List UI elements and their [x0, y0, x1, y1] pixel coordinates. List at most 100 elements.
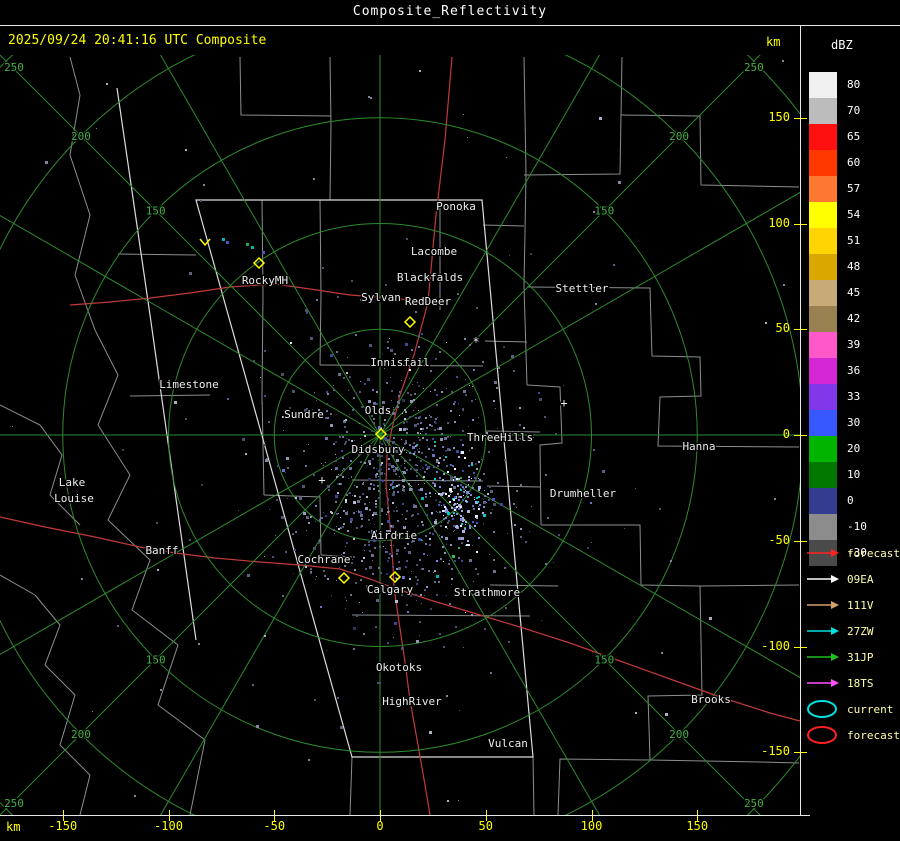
- legend-scale-row: 80: [809, 72, 867, 98]
- legend-scale-row: 51: [809, 228, 867, 254]
- city-label: Calgary: [367, 583, 414, 596]
- legend-scale-row: 0: [809, 488, 867, 514]
- county-boundary: [486, 485, 542, 488]
- radial-spoke: [379, 434, 600, 815]
- radar-site-marker: [337, 571, 351, 585]
- legend-scale-row: 10: [809, 462, 867, 488]
- county-boundary: [620, 114, 800, 188]
- legend-track-row: 09EA: [805, 566, 900, 592]
- county-boundary: [329, 56, 332, 201]
- ring-distance-label: 150: [146, 205, 166, 218]
- radar-echoes: [12, 60, 785, 802]
- ring-distance-label: 200: [669, 130, 689, 143]
- legend-track-row: current: [805, 696, 900, 722]
- city-label: ThreeHills: [467, 431, 533, 444]
- city-label: Stettler: [556, 282, 609, 295]
- legend-track-row: 31JP: [805, 644, 900, 670]
- track-arrow-icon: [807, 627, 839, 635]
- legend-tracks: forecast 09EA 111V 27ZW 31JP 18TS current forec…: [805, 540, 900, 748]
- right-axis-unit-label: km: [766, 35, 781, 49]
- plus-marker: +: [560, 396, 567, 410]
- city-label: Brooks: [691, 693, 731, 706]
- legend-value-label: 33: [847, 390, 861, 403]
- county-boundary: [526, 286, 800, 448]
- legend-scale-row: 65: [809, 124, 867, 150]
- radial-spoke: [160, 434, 381, 815]
- right-axis-label: -100: [761, 638, 790, 653]
- ring-distance-label: 150: [594, 205, 614, 218]
- legend-panel: dBZ 80 70 65 60 57 54 51 48 45 42 39 36 33 30 20 10 0 -10…: [801, 25, 900, 841]
- city-label: Sundre: [284, 408, 324, 421]
- city-label: Lacombe: [411, 245, 457, 258]
- city-label: Okotoks: [376, 661, 422, 674]
- county-boundary: [351, 614, 531, 617]
- bottom-axis-label: 50: [478, 819, 493, 833]
- legend-value-label: 70: [847, 104, 861, 117]
- county-boundary: [649, 759, 800, 764]
- legend-title: dBZ: [831, 38, 853, 52]
- legend-scale-row: 20: [809, 436, 867, 462]
- legend-value-label: 39: [847, 338, 861, 351]
- right-axis-label: -150: [761, 744, 790, 759]
- ring-distance-label: 250: [4, 61, 24, 74]
- track-label: 18TS: [847, 676, 874, 690]
- track-arrow-icon: [807, 601, 839, 609]
- legend-scale-row: 48: [809, 254, 867, 280]
- legend-value-label: 10: [847, 468, 861, 481]
- city-label: Louise: [54, 492, 94, 505]
- legend-value-label: 36: [847, 364, 861, 377]
- legend-scale-row: 33: [809, 384, 867, 410]
- track-label: forecast: [847, 546, 900, 560]
- county-boundary: [523, 56, 623, 176]
- bottom-axis-unit-label: km: [6, 820, 21, 834]
- radar-site-marker: [403, 315, 417, 329]
- legend-scale-row: 57: [809, 176, 867, 202]
- divider-top: [0, 25, 900, 26]
- county-boundary: [129, 394, 211, 397]
- track-label: 27ZW: [847, 624, 874, 638]
- legend-value-label: 54: [847, 208, 861, 221]
- legend-track-row: 27ZW: [805, 618, 900, 644]
- legend-scale-row: 30: [809, 410, 867, 436]
- right-axis-label: -50: [768, 532, 790, 547]
- legend-color-swatch: [809, 150, 837, 176]
- bottom-axis-label: 150: [686, 819, 709, 833]
- legend-color-swatch: [809, 228, 837, 254]
- ring-distance-label: 250: [4, 797, 24, 810]
- ring-distance-label: 250: [744, 797, 764, 810]
- county-boundary: [263, 494, 353, 558]
- legend-scale-row: 60: [809, 150, 867, 176]
- legend-color-swatch: [809, 384, 837, 410]
- legend-color-swatch: [809, 176, 837, 202]
- legend-value-label: 80: [847, 78, 861, 91]
- track-label: 31JP: [847, 650, 874, 664]
- title-bar: Composite_Reflectivity: [0, 4, 900, 19]
- legend-color-swatch: [809, 358, 837, 384]
- legend-scale: 80 70 65 60 57 54 51 48 45 42 39 36 33 30 20 10 0 -10 -30: [809, 72, 867, 566]
- legend-color-swatch: [809, 436, 837, 462]
- county-boundary: [0, 404, 81, 526]
- legend-scale-row: 42: [809, 306, 867, 332]
- city-label: RedDeer: [405, 295, 452, 308]
- right-axis-label: 150: [768, 109, 790, 124]
- city-label: Lake: [59, 476, 86, 489]
- legend-value-label: 51: [847, 234, 861, 247]
- legend-color-swatch: [809, 254, 837, 280]
- dot-marker: [290, 342, 292, 344]
- track-label: current: [847, 702, 894, 716]
- city-label: Cochrane: [298, 553, 351, 566]
- legend-value-label: 48: [847, 260, 861, 273]
- county-boundary: [94, 329, 206, 815]
- legend-scale-row: 36: [809, 358, 867, 384]
- bottom-axis-label: 0: [376, 819, 384, 833]
- track-arrow-icon: [807, 575, 839, 583]
- county-boundary: [523, 56, 528, 386]
- legend-color-swatch: [809, 462, 837, 488]
- right-axis-label: 50: [775, 321, 790, 336]
- right-axis-label: 0: [782, 427, 790, 441]
- legend-color-swatch: [809, 98, 837, 124]
- legend-scale-row: 45: [809, 280, 867, 306]
- legend-color-swatch: [809, 488, 837, 514]
- city-label: Drumheller: [550, 487, 617, 500]
- legend-track-row: forecast: [805, 540, 900, 566]
